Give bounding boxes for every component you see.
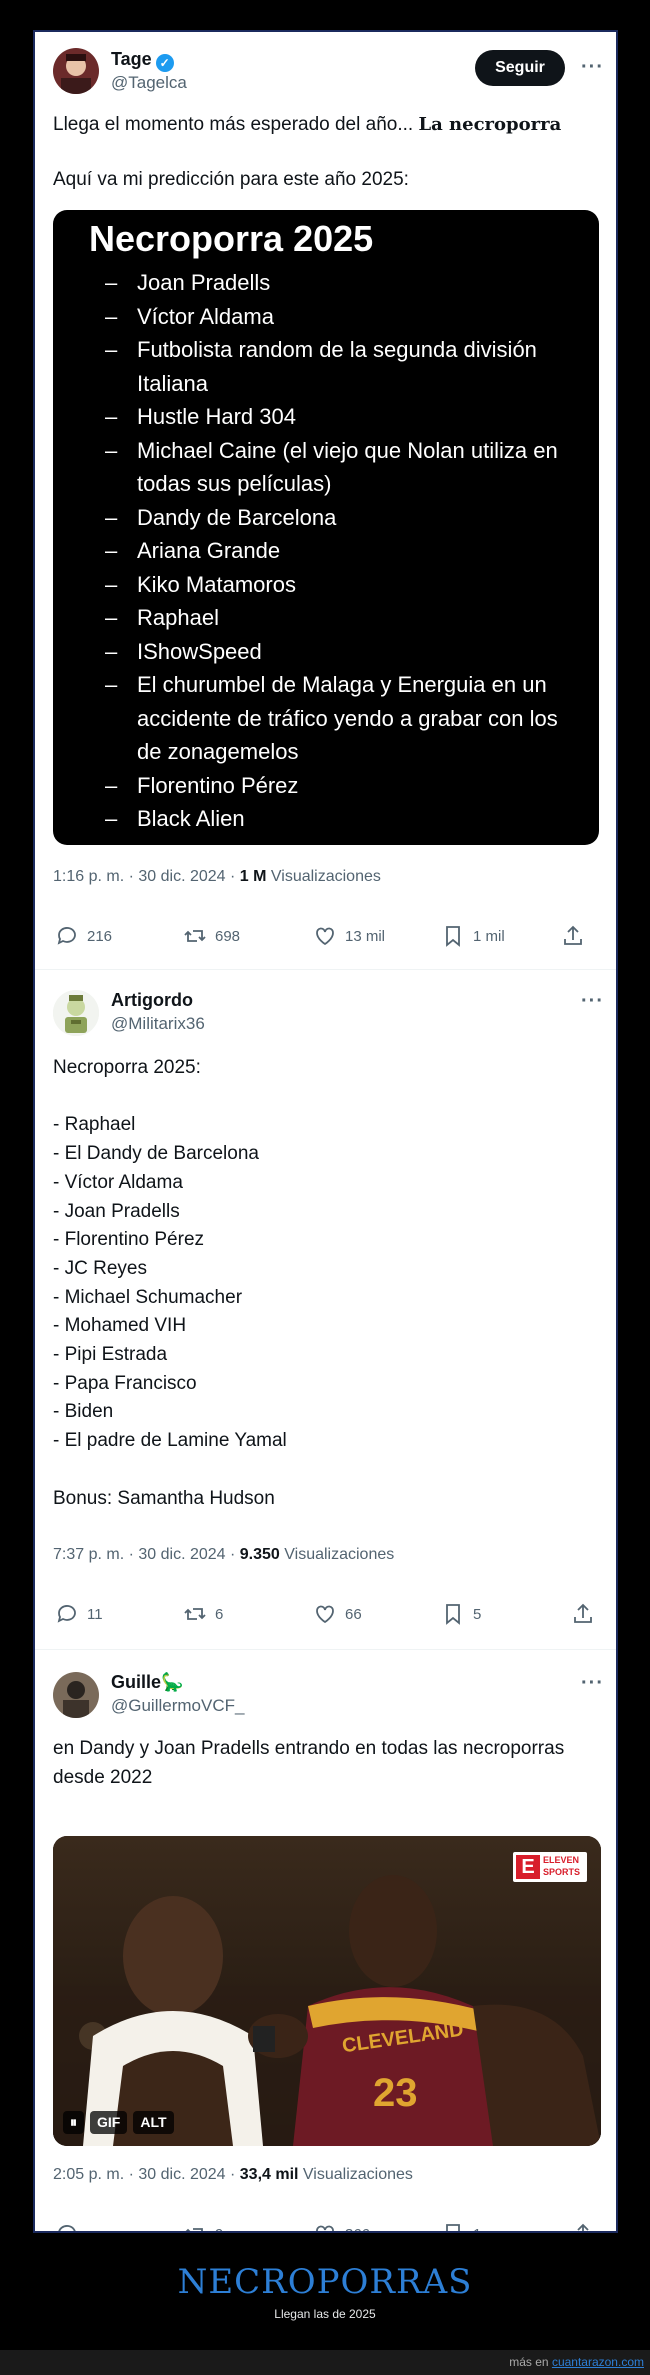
more-options-icon[interactable]: ··· [581, 1672, 604, 1695]
basketball-handshake-image: CLEVELAND 23 [53, 1836, 601, 2146]
card-list-item: Michael Caine (el viejo que Nolan utiliz… [105, 434, 585, 501]
retweet-button[interactable]: 6 [183, 1602, 223, 1626]
share-icon [564, 925, 582, 945]
tweet-1[interactable]: Tage ✓ @Tagelca Seguir ··· Llega el momen… [35, 32, 616, 970]
tweet-3[interactable]: Guille🦕 @GuillermoVCF_ ··· en Dandy y Jo… [35, 1650, 616, 2231]
card-list-item: Ariana Grande [105, 534, 585, 568]
retweet-button[interactable]: 698 [183, 924, 240, 948]
pause-icon[interactable]: ⏸ [63, 2111, 84, 2134]
retweet-button[interactable]: 9 [183, 2222, 223, 2231]
card-list-item: IShowSpeed [105, 635, 585, 669]
tweet-text: Necroporra 2025: - Raphael - El Dandy de… [53, 1057, 287, 1509]
avatar[interactable] [53, 48, 99, 94]
tweet-thread-frame: Tage ✓ @Tagelca Seguir ··· Llega el momen… [33, 30, 618, 2233]
card-list: Joan PradellsVíctor AldamaFutbolista ran… [105, 266, 585, 836]
author-name[interactable]: Artigordo [111, 990, 193, 1011]
site-link[interactable]: cuantarazon.com [552, 2355, 644, 2369]
media-badges: ⏸ GIF ALT [63, 2111, 174, 2134]
gif-badge: GIF [90, 2111, 128, 2134]
verified-badge-icon: ✓ [155, 54, 174, 72]
eleven-sports-logo: E ELEVEN SPORTS [513, 1852, 587, 1882]
page-subtitle: Llegan las de 2025 [274, 2307, 376, 2321]
heart-icon [316, 1605, 334, 1624]
retweet-icon [184, 1608, 206, 1620]
bookmark-icon [446, 926, 460, 947]
share-button[interactable] [571, 2222, 603, 2231]
like-button[interactable]: 66 [313, 1602, 362, 1626]
share-icon [577, 2223, 589, 2231]
bookmark-icon [446, 1604, 460, 1625]
more-options-icon[interactable]: ··· [581, 56, 604, 79]
footer-credit: más en cuantarazon.com [509, 2355, 644, 2369]
author-handle[interactable]: @Militarix36 [111, 1014, 205, 1034]
bookmark-icon [446, 2224, 460, 2231]
tweet-text: en Dandy y Joan Pradells entrando en tod… [53, 1738, 565, 1788]
like-button[interactable]: 13 mil [313, 924, 385, 948]
like-button[interactable]: 366 [313, 2222, 370, 2231]
card-list-item: Raphael [105, 601, 585, 635]
footer-bar: más en cuantarazon.com [0, 2350, 650, 2375]
reply-icon [58, 2225, 76, 2231]
retweet-icon [185, 2228, 203, 2231]
share-icon [574, 1603, 592, 1623]
author-name[interactable]: Guille🦕 [111, 1672, 183, 1693]
bookmark-button[interactable]: 1 mil [441, 924, 505, 948]
alt-badge[interactable]: ALT [133, 2111, 174, 2134]
tweet-text-line-2: Aquí va mi predicción para este año 2025… [53, 169, 409, 190]
tweet-meta[interactable]: 2:05 p. m. · 30 dic. 2024 · 33,4 mil Vis… [53, 2166, 413, 2184]
avatar[interactable] [53, 1672, 99, 1718]
card-title: Necroporra 2025 [89, 218, 374, 259]
action-bar: 9 366 1 [35, 2222, 616, 2231]
heart-icon [316, 2225, 334, 2231]
reply-icon [57, 927, 76, 945]
heart-icon [316, 927, 334, 946]
card-list-item: Víctor Aldama [105, 300, 585, 334]
card-list-item: Joan Pradells [105, 266, 585, 300]
card-list-item: Florentino Pérez [105, 769, 585, 803]
action-bar: 11 6 66 5 [35, 1602, 616, 1632]
card-list-item: El churumbel de Malaga y Energuia en un … [105, 668, 585, 769]
card-list-item: Futbolista random de la segunda división… [105, 333, 585, 400]
author-handle[interactable]: @Tagelca [111, 73, 187, 93]
bookmark-button[interactable]: 5 [441, 1602, 481, 1626]
necroporra-image[interactable]: Necroporra 2025 Joan PradellsVíctor Alda… [53, 210, 599, 845]
tweet-meta[interactable]: 1:16 p. m. · 30 dic. 2024 · 1 M Visualiz… [53, 868, 381, 886]
tweet-meta[interactable]: 7:37 p. m. · 30 dic. 2024 · 9.350 Visual… [53, 1546, 394, 1564]
page-title: NECROPORRAS [177, 2262, 473, 2302]
retweet-icon [184, 930, 206, 942]
author-name[interactable]: Tage ✓ [111, 49, 174, 72]
reply-icon [57, 1605, 76, 1623]
more-options-icon[interactable]: ··· [581, 990, 604, 1013]
tweet-text: Llega el momento más esperado del año...… [53, 114, 562, 135]
reply-button[interactable] [55, 2222, 87, 2231]
follow-button[interactable]: Seguir [475, 50, 565, 86]
gif-media[interactable]: CLEVELAND 23 E ELEVEN SPORTS ⏸ GIF ALT [53, 1836, 601, 2146]
share-button[interactable] [561, 924, 593, 948]
card-list-item: Hustle Hard 304 [105, 400, 585, 434]
tweet-2[interactable]: Artigordo @Militarix36 ··· Necroporra 20… [35, 970, 616, 1650]
action-bar: 216 698 13 mil 1 mil [35, 924, 616, 954]
bookmark-button[interactable]: 1 [441, 2222, 481, 2231]
reply-button[interactable]: 11 [55, 1602, 103, 1626]
card-list-item: Dandy de Barcelona [105, 501, 585, 535]
reply-button[interactable]: 216 [55, 924, 112, 948]
card-list-item: Black Alien [105, 802, 585, 836]
card-list-item: Kiko Matamoros [105, 568, 585, 602]
jersey-number: 23 [373, 2071, 418, 2115]
author-handle[interactable]: @GuillermoVCF_ [111, 1696, 244, 1716]
avatar[interactable] [53, 990, 99, 1036]
share-button[interactable] [571, 1602, 603, 1626]
